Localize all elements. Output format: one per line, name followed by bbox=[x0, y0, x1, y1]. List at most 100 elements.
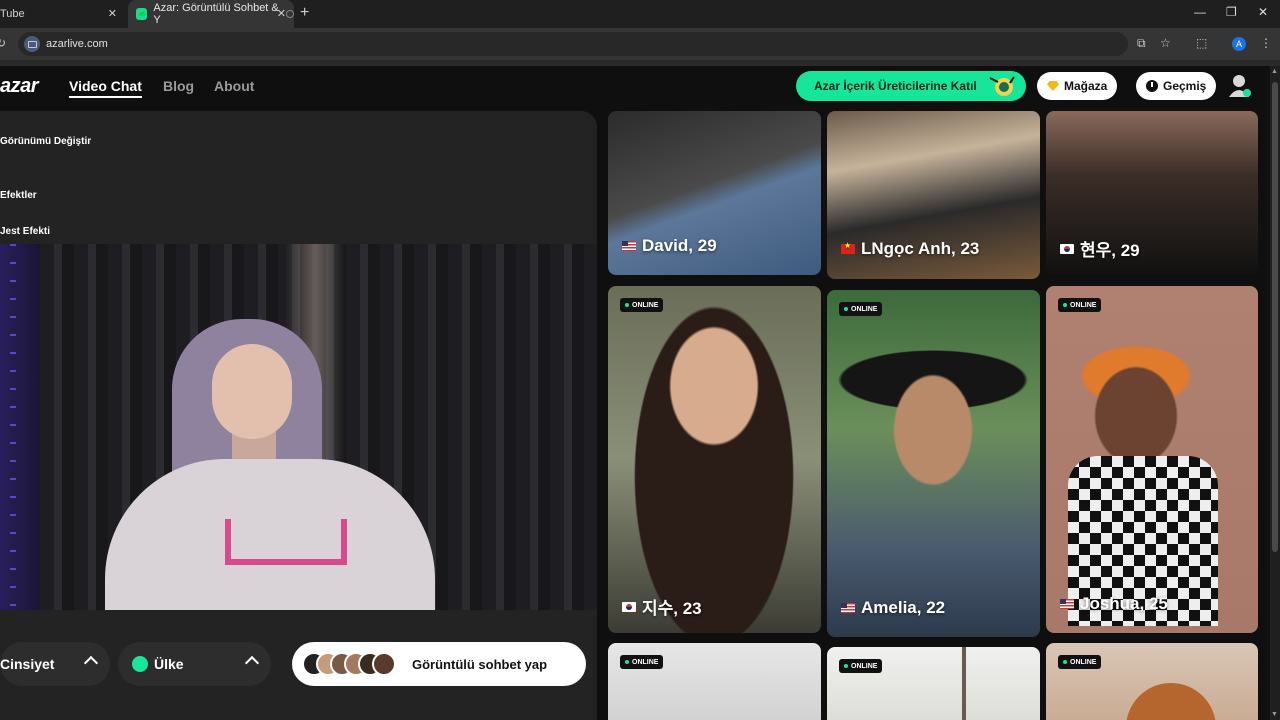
online-label: ONLINE bbox=[851, 662, 878, 670]
browser-tab-bar: Tube ✕ Azar: Görüntülü Sohbet & Y ✕ + — … bbox=[0, 0, 1280, 28]
scroll-up-arrow-icon[interactable]: ▲ bbox=[1271, 68, 1278, 75]
tab-close-icon[interactable]: ✕ bbox=[108, 7, 117, 20]
tab-close-icon[interactable]: ✕ bbox=[277, 7, 286, 20]
profile-name: Joshua, 25 bbox=[1060, 594, 1168, 614]
start-video-chat-button[interactable]: Görüntülü sohbet yap bbox=[292, 642, 586, 686]
led-strip bbox=[0, 244, 40, 610]
gender-filter-label: Cinsiyet bbox=[0, 656, 55, 672]
online-label: ONLINE bbox=[632, 658, 659, 666]
profile-card[interactable]: David, 29 bbox=[608, 111, 821, 275]
online-badge: ONLINE bbox=[1058, 655, 1102, 669]
tab-title: Tube bbox=[0, 8, 25, 20]
profile-name-text: Amelia, 22 bbox=[861, 598, 946, 617]
online-label: ONLINE bbox=[1070, 658, 1097, 666]
nav-about[interactable]: About bbox=[214, 78, 254, 94]
creator-badge-icon bbox=[989, 76, 1015, 96]
chevron-up-icon bbox=[83, 655, 99, 671]
gesture-effect-option[interactable]: Jest Efekti bbox=[0, 226, 50, 237]
online-dot bbox=[1063, 303, 1067, 307]
bookmark-star-icon[interactable]: ☆ bbox=[1160, 36, 1171, 50]
url-text: azarlive.com bbox=[46, 38, 108, 50]
history-button[interactable]: Geçmiş bbox=[1136, 72, 1217, 100]
online-dot bbox=[1063, 660, 1067, 664]
led-dots bbox=[10, 244, 16, 610]
clock-icon bbox=[1146, 80, 1158, 92]
azar-logo[interactable]: azar bbox=[0, 75, 39, 98]
profile-name: Amelia, 22 bbox=[841, 598, 945, 618]
gender-filter[interactable]: Cinsiyet bbox=[0, 642, 110, 686]
profile-name: David, 29 bbox=[622, 236, 717, 256]
kr-flag-icon bbox=[622, 601, 636, 612]
person-face bbox=[212, 344, 292, 439]
profile-name-text: David, 29 bbox=[642, 236, 717, 255]
extensions-icon[interactable]: ⬚ bbox=[1196, 36, 1207, 50]
profile-name: 지수, 23 bbox=[622, 594, 702, 619]
country-filter[interactable]: Ülke bbox=[118, 642, 271, 686]
globe-icon bbox=[132, 656, 148, 672]
online-badge: ONLINE bbox=[620, 655, 664, 669]
profile-name-text: Joshua, 25 bbox=[1080, 594, 1168, 613]
profile-card[interactable]: ONLINE bbox=[608, 643, 821, 720]
effects-option[interactable]: Efektler bbox=[0, 190, 37, 201]
scroll-thumb[interactable] bbox=[1272, 82, 1278, 552]
history-label: Geçmiş bbox=[1163, 79, 1207, 93]
online-badge: ONLINE bbox=[839, 659, 883, 673]
profile-name: LNgọc Anh, 23 bbox=[841, 239, 979, 259]
branch bbox=[962, 647, 966, 720]
address-bar-row: ↻ azarlive.com ⧉ ☆ ⬚ ⋮ bbox=[0, 28, 1280, 60]
avatar bbox=[372, 652, 396, 676]
nav-video-chat[interactable]: Video Chat bbox=[69, 78, 142, 98]
reload-icon[interactable]: ↻ bbox=[0, 36, 6, 50]
online-label: ONLINE bbox=[851, 305, 878, 313]
start-video-chat-label: Görüntülü sohbet yap bbox=[412, 656, 548, 672]
new-tab-button[interactable]: + bbox=[300, 4, 309, 22]
profile-card[interactable]: ONLINE bbox=[1046, 643, 1258, 720]
profile-card[interactable]: 현우, 29 bbox=[1046, 111, 1258, 275]
restore-button[interactable]: ❐ bbox=[1226, 5, 1237, 19]
cast-icon[interactable]: ⧉ bbox=[1137, 36, 1146, 51]
join-creators-label: Azar İçerik Üreticilerine Katıl bbox=[814, 79, 977, 93]
url-field[interactable]: azarlive.com bbox=[18, 32, 1128, 56]
browser-profile-avatar[interactable]: A bbox=[1232, 37, 1246, 51]
shop-label: Mağaza bbox=[1064, 79, 1108, 93]
online-badge: ONLINE bbox=[620, 298, 664, 312]
online-dot bbox=[844, 664, 848, 668]
profile-name-text: 지수, 23 bbox=[642, 599, 702, 618]
vn-flag-icon bbox=[841, 241, 855, 254]
profile-card[interactable]: ONLINE bbox=[827, 647, 1040, 720]
us-flag-icon bbox=[1060, 599, 1074, 609]
user-profile-icon[interactable] bbox=[1228, 73, 1252, 99]
nav-blog[interactable]: Blog bbox=[163, 78, 194, 94]
profile-card[interactable]: ONLINE 지수, 23 bbox=[608, 286, 821, 633]
menu-icon[interactable]: ⋮ bbox=[1260, 36, 1272, 50]
kr-flag-icon bbox=[1060, 243, 1074, 254]
avatar-stack bbox=[302, 652, 396, 676]
us-flag-icon bbox=[622, 241, 636, 251]
camera-preview bbox=[0, 244, 597, 610]
minimize-button[interactable]: — bbox=[1194, 5, 1206, 19]
tab-youtube[interactable]: Tube ✕ bbox=[0, 0, 125, 28]
online-badge: ONLINE bbox=[839, 302, 883, 316]
online-badge: ONLINE bbox=[1058, 298, 1102, 312]
tab-title: Azar: Görüntülü Sohbet & Y bbox=[153, 2, 279, 26]
join-creators-button[interactable]: Azar İçerik Üreticilerine Katıl bbox=[796, 71, 1026, 101]
azar-favicon-icon bbox=[136, 8, 148, 20]
page-scrollbar[interactable]: ▲ ▼ bbox=[1270, 66, 1280, 720]
country-filter-label: Ülke bbox=[154, 656, 184, 672]
online-label: ONLINE bbox=[1070, 301, 1097, 309]
person-hoodie bbox=[105, 459, 435, 610]
tab-azar[interactable]: Azar: Görüntülü Sohbet & Y ✕ bbox=[128, 0, 294, 28]
shop-button[interactable]: Mağaza bbox=[1037, 72, 1118, 100]
site-info-icon[interactable] bbox=[24, 36, 40, 52]
profile-name-text: 현우, 29 bbox=[1080, 241, 1140, 260]
scroll-down-arrow-icon[interactable]: ▼ bbox=[1271, 711, 1278, 718]
close-window-button[interactable]: ✕ bbox=[1258, 5, 1268, 19]
online-dot bbox=[844, 307, 848, 311]
profile-card[interactable]: LNgọc Anh, 23 bbox=[827, 111, 1040, 279]
hair bbox=[1126, 683, 1216, 720]
profile-card[interactable]: ONLINE Joshua, 25 bbox=[1046, 286, 1258, 633]
profile-name: 현우, 29 bbox=[1060, 236, 1140, 261]
profile-card[interactable]: ONLINE Amelia, 22 bbox=[827, 290, 1040, 637]
video-chat-panel: Görünümü Değiştir Efektler Jest Efekti bbox=[0, 111, 597, 720]
change-view-option[interactable]: Görünümü Değiştir bbox=[0, 136, 91, 147]
